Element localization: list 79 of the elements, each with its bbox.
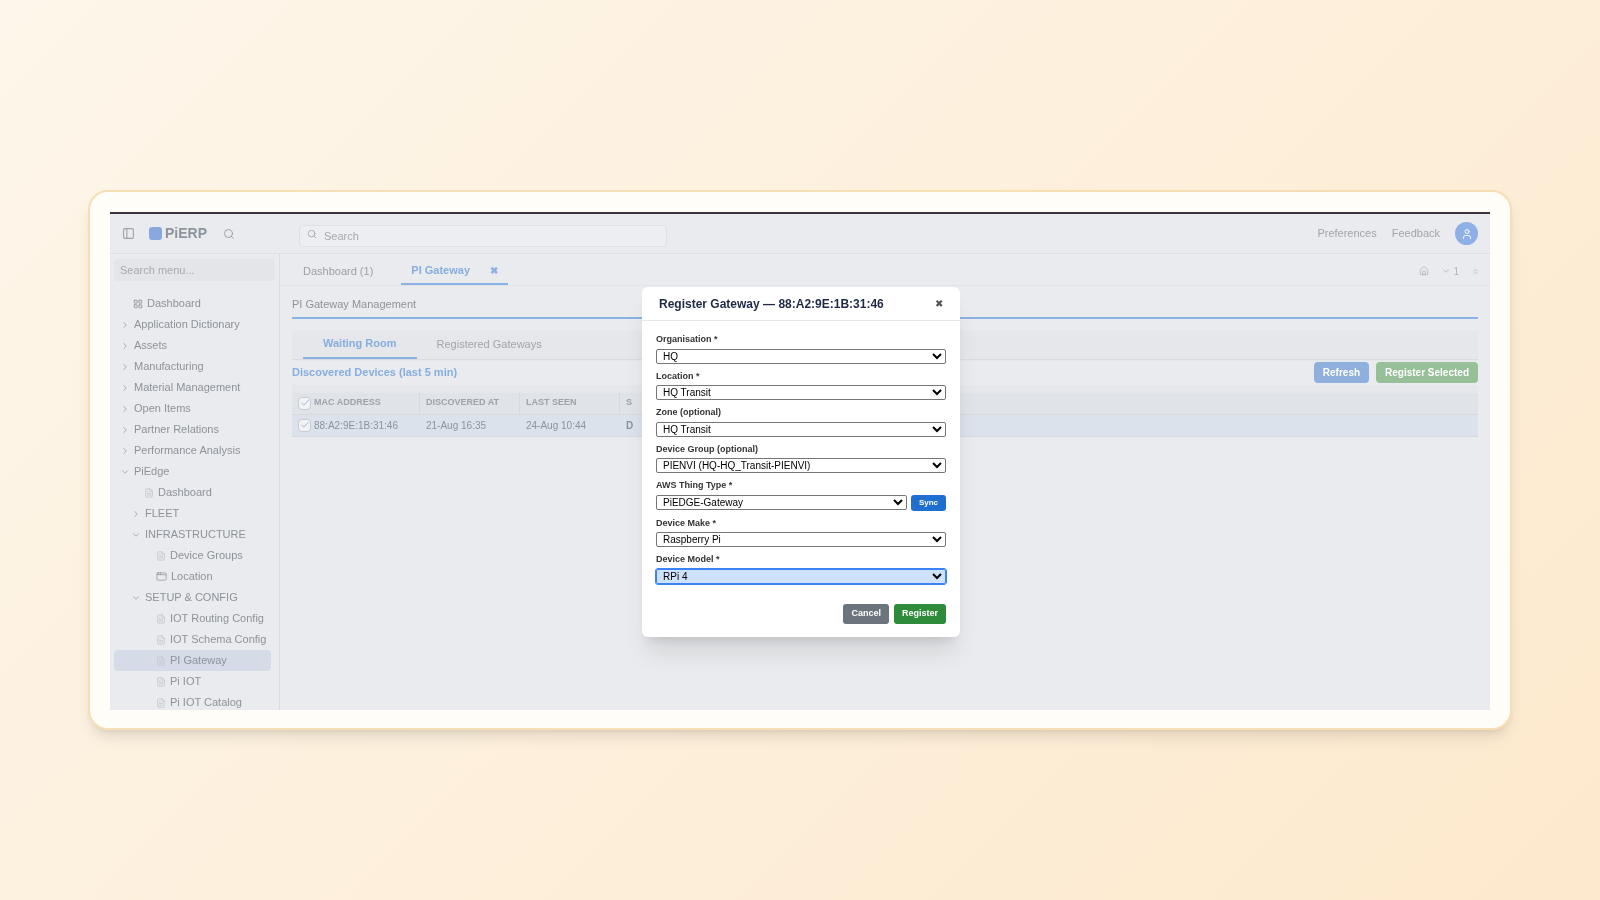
column-header[interactable]: MAC ADDRESS bbox=[292, 392, 420, 414]
menu-item[interactable]: Dashboard bbox=[114, 293, 271, 314]
field-label: Organisation * bbox=[656, 333, 719, 346]
header-link[interactable]: Feedback bbox=[1391, 225, 1440, 242]
dialog-title: Register Gateway — 88:A2:9E:1B:31:46 bbox=[659, 295, 884, 313]
column-header[interactable]: DISCOVERED AT bbox=[420, 392, 520, 414]
menu-item[interactable]: IOT Schema Config bbox=[114, 629, 271, 650]
menu-item[interactable]: Device Groups bbox=[114, 545, 271, 566]
menu-item[interactable]: Pi IOT Catalog bbox=[114, 692, 271, 713]
menu-item[interactable]: INFRASTRUCTURE bbox=[114, 524, 271, 545]
home-icon[interactable] bbox=[1419, 266, 1430, 276]
menu-item[interactable]: IOT Routing Config bbox=[114, 608, 271, 629]
field-label: Device Model * bbox=[656, 553, 721, 566]
document-icon bbox=[156, 697, 166, 708]
collapse-icon[interactable] bbox=[1471, 266, 1480, 276]
menu-item[interactable]: Open Items bbox=[114, 398, 271, 419]
sidebar-toggle-icon[interactable] bbox=[122, 227, 135, 240]
menu-item[interactable]: Manufacturing bbox=[114, 356, 271, 377]
subtab[interactable]: Waiting Room bbox=[303, 330, 417, 359]
select-field[interactable]: HQ bbox=[656, 348, 946, 364]
field-label: Location * bbox=[656, 369, 701, 383]
select-field[interactable]: HQ Transit bbox=[656, 421, 946, 437]
section-title: Discovered Devices (last 5 min) bbox=[292, 365, 458, 381]
checkbox[interactable] bbox=[298, 396, 311, 410]
menu-item[interactable]: SETUP & CONFIG bbox=[114, 587, 271, 608]
chevron-down-icon bbox=[1441, 266, 1452, 276]
window-icon bbox=[156, 571, 167, 582]
field-label: AWS Thing Type * bbox=[656, 479, 734, 492]
tab[interactable]: PI Gateway ✖ bbox=[401, 257, 509, 285]
column-header[interactable]: LAST SEEN bbox=[520, 392, 620, 414]
header-link[interactable]: Preferences bbox=[1317, 225, 1377, 242]
select-field[interactable]: RPi 4 bbox=[656, 568, 946, 584]
select-field[interactable]: PiEDGE-Gateway bbox=[656, 495, 907, 510]
action-button[interactable]: Register Selected bbox=[1376, 362, 1478, 383]
menu-item[interactable]: PI Gateway bbox=[114, 650, 271, 671]
table-cell-text: 21-Aug 16:35 bbox=[426, 418, 487, 433]
select-field[interactable]: Raspberry Pi bbox=[656, 532, 946, 547]
field-label: Device Group (optional) bbox=[656, 442, 759, 456]
table-cell-text: 24-Aug 10:44 bbox=[526, 418, 587, 433]
menu-item[interactable]: FLEET bbox=[114, 503, 271, 524]
check-icon bbox=[299, 398, 310, 408]
search-field[interactable]: Search bbox=[299, 224, 667, 247]
table-cell-text: D bbox=[626, 418, 634, 433]
avatar-icon[interactable] bbox=[1455, 222, 1478, 245]
menu-item[interactable]: Material Management bbox=[114, 377, 271, 398]
checkbox[interactable] bbox=[298, 418, 311, 432]
document-icon bbox=[156, 550, 166, 561]
menu-item[interactable]: Partner Relations bbox=[114, 419, 271, 440]
document-icon bbox=[144, 487, 154, 498]
subtab[interactable]: Registered Gateways bbox=[416, 330, 562, 359]
select-field[interactable]: HQ Transit bbox=[656, 385, 946, 400]
field-label: Device Make * bbox=[656, 516, 718, 530]
tab[interactable]: Dashboard (1) bbox=[293, 257, 384, 285]
search-icon[interactable] bbox=[223, 227, 235, 240]
check-icon bbox=[299, 420, 310, 430]
menu-item[interactable]: Assets bbox=[114, 335, 271, 356]
menu-item[interactable]: Performance Analysis bbox=[114, 440, 271, 461]
menu-item[interactable]: Dashboard bbox=[114, 482, 271, 503]
dialog-button[interactable]: Cancel bbox=[843, 603, 889, 624]
logo-icon bbox=[149, 227, 162, 240]
close-tab-icon[interactable]: ✖ bbox=[490, 262, 499, 278]
menu-item[interactable]: Location bbox=[114, 566, 271, 587]
grid-icon bbox=[133, 298, 143, 309]
document-icon bbox=[156, 676, 166, 687]
close-icon[interactable]: ✖ bbox=[935, 296, 943, 311]
tab-count-button[interactable]: 1 bbox=[1441, 263, 1459, 279]
document-icon bbox=[156, 613, 166, 624]
menu-item[interactable]: Pi IOT bbox=[114, 671, 271, 692]
brand-name: PiERP bbox=[165, 224, 207, 243]
menu-search-field[interactable]: Search menu... bbox=[114, 259, 275, 281]
dialog-button[interactable]: Register bbox=[894, 603, 946, 624]
search-icon bbox=[307, 228, 317, 239]
sync-button[interactable]: Sync bbox=[910, 494, 946, 511]
select-field[interactable]: PIENVI (HQ-HQ_Transit-PIENVI) bbox=[656, 458, 946, 473]
table-cell-text: 88:A2:9E:1B:31:46 bbox=[314, 418, 398, 433]
menu-item[interactable]: Application Dictionary bbox=[114, 314, 271, 335]
action-button[interactable]: Refresh bbox=[1313, 362, 1370, 383]
document-icon bbox=[156, 634, 166, 645]
menu-item[interactable]: PiEdge bbox=[114, 461, 271, 482]
